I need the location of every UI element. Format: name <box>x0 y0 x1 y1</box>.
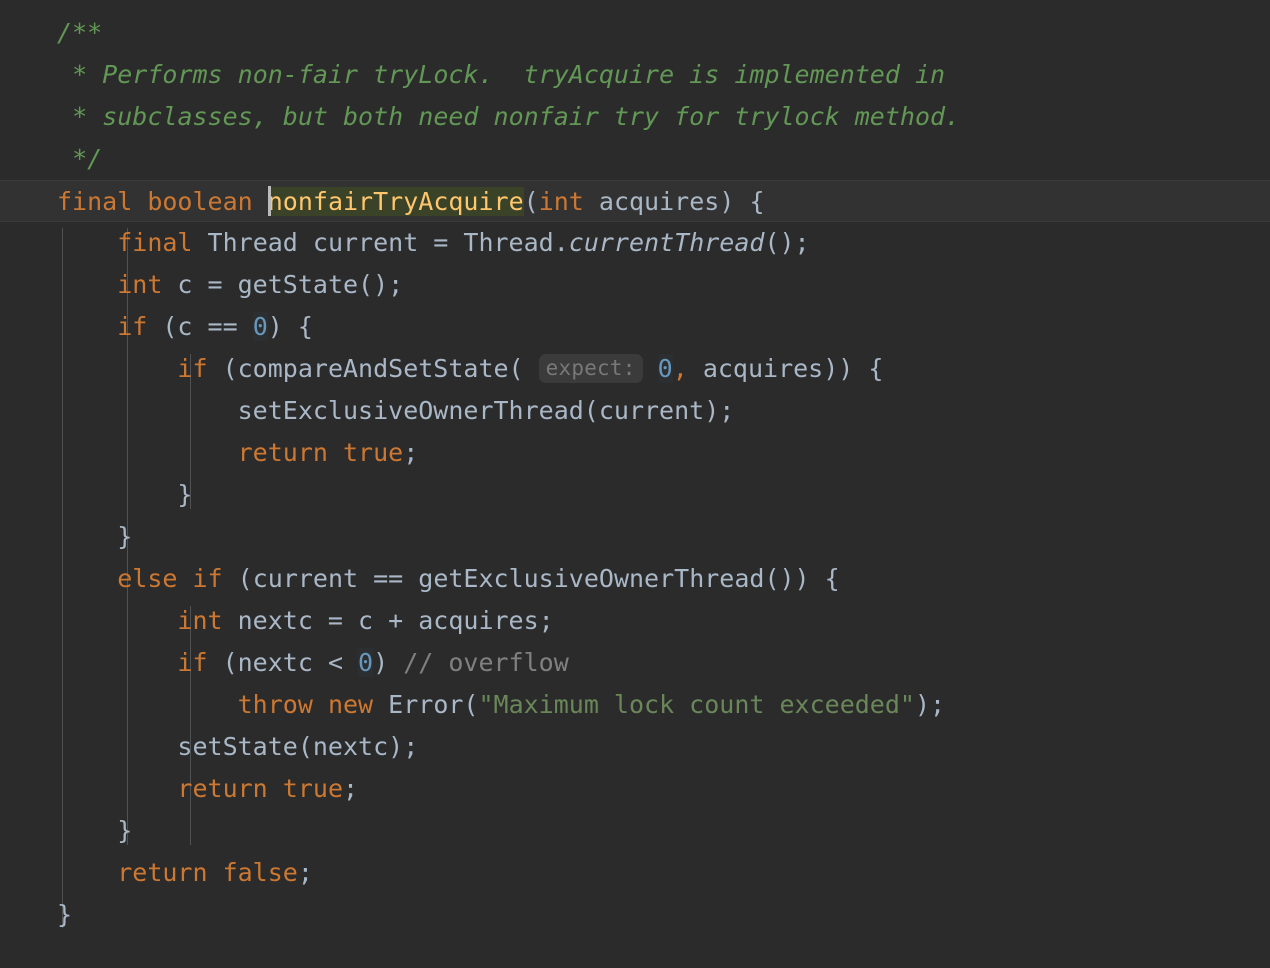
get-state-text: c = getState(); <box>162 270 404 299</box>
code-editor[interactable]: /** * Performs non-fair tryLock. tryAcqu… <box>0 0 1270 968</box>
paren-open: ( <box>523 187 539 216</box>
keyword-int-param: int <box>538 187 584 216</box>
string-literal-max-lock-count: "Maximum lock count exceeded" <box>478 690 915 719</box>
code-line-close-brace-else-if[interactable]: } <box>0 810 1270 852</box>
code-line-javadoc-2[interactable]: * subclasses, but both need nonfair try … <box>0 96 1270 138</box>
keyword-int: int <box>177 606 223 635</box>
javadoc-star: * <box>72 60 88 89</box>
code-line-javadoc-1[interactable]: * Performs non-fair tryLock. tryAcquire … <box>0 54 1270 96</box>
nextc-assignment: nextc = c + acquires; <box>222 606 554 635</box>
keyword-if: if <box>117 312 148 341</box>
static-method-currentThread[interactable]: currentThread <box>569 228 765 257</box>
else-if-condition: (current == getExclusiveOwnerThread()) { <box>222 564 840 593</box>
keyword-true: true <box>267 774 343 803</box>
keyword-final: final <box>117 228 193 257</box>
keyword-return: return <box>117 858 208 887</box>
code-line-close-brace-outer-if[interactable]: } <box>0 516 1270 558</box>
keyword-if: if <box>177 648 208 677</box>
compare-and-set-state-tail: acquires)) { <box>687 354 884 383</box>
brace-close: } <box>117 816 133 845</box>
code-line-else-if[interactable]: else if (current == getExclusiveOwnerThr… <box>0 558 1270 600</box>
paren-close: ) <box>719 187 735 216</box>
brace-open: { <box>749 187 765 216</box>
javadoc-close-token: */ <box>72 144 103 173</box>
compare-and-set-state-call: (compareAndSetState( <box>207 354 524 383</box>
semicolon: ; <box>297 858 313 887</box>
throw-tail: ); <box>914 690 946 719</box>
code-line-javadoc-open[interactable]: /** <box>0 12 1270 54</box>
code-line-return-true-1[interactable]: return true; <box>0 432 1270 474</box>
semicolon: ; <box>343 774 359 803</box>
keyword-final: final <box>57 187 133 216</box>
brace-close: } <box>57 900 73 929</box>
code-line-thread-current[interactable]: final Thread current = Thread.currentThr… <box>0 222 1270 264</box>
code-line-throw-error[interactable]: throw new Error("Maximum lock count exce… <box>0 684 1270 726</box>
code-line-method-signature[interactable]: final boolean nonfairTryAcquire(int acqu… <box>0 180 1270 222</box>
param-name-acquires: acquires <box>598 187 720 216</box>
condition-text: (c == <box>147 312 253 341</box>
keyword-else: else <box>117 564 178 593</box>
number-literal-zero: 0 <box>252 312 268 341</box>
condition-tail: ) { <box>267 312 313 341</box>
keyword-return: return <box>237 438 328 467</box>
code-line-if-c-zero[interactable]: if (c == 0) { <box>0 306 1270 348</box>
code-line-compare-and-set-state[interactable]: if (compareAndSetState( expect: 0, acqui… <box>0 348 1270 390</box>
javadoc-text-2: subclasses, but both need nonfair try fo… <box>102 102 961 131</box>
code-line-get-state[interactable]: int c = getState(); <box>0 264 1270 306</box>
code-line-close-brace-method[interactable]: } <box>0 894 1270 936</box>
number-literal-zero: 0 <box>657 354 673 383</box>
call-tail: (); <box>764 228 810 257</box>
text-caret <box>267 186 271 216</box>
set-exclusive-owner-thread-call: setExclusiveOwnerThread(current); <box>237 396 735 425</box>
code-line-set-exclusive-owner[interactable]: setExclusiveOwnerThread(current); <box>0 390 1270 432</box>
keyword-int: int <box>117 270 163 299</box>
number-literal-zero: 0 <box>358 648 374 677</box>
method-name-nonfairTryAcquire[interactable]: nonfairTryAcquire <box>267 187 524 216</box>
keyword-true: true <box>327 438 404 467</box>
keyword-return: return <box>177 774 268 803</box>
code-line-close-brace-inner-if[interactable]: } <box>0 474 1270 516</box>
overflow-condition-close: ) <box>373 648 404 677</box>
code-line-if-nextc-overflow[interactable]: if (nextc < 0) // overflow <box>0 642 1270 684</box>
parameter-hint-expect[interactable]: expect: <box>538 354 643 383</box>
overflow-condition: (nextc < <box>207 648 359 677</box>
javadoc-star: * <box>72 102 88 131</box>
keyword-false: false <box>207 858 298 887</box>
keyword-if: if <box>192 564 223 593</box>
brace-close: } <box>117 522 133 551</box>
comma-separator: , <box>672 354 688 383</box>
javadoc-text-1: Performs non-fair tryLock. tryAcquire is… <box>102 60 946 89</box>
code-line-return-true-2[interactable]: return true; <box>0 768 1270 810</box>
code-line-set-state[interactable]: setState(nextc); <box>0 726 1270 768</box>
keyword-boolean: boolean <box>147 187 253 216</box>
semicolon: ; <box>403 438 419 467</box>
code-line-javadoc-close[interactable]: */ <box>0 138 1270 180</box>
javadoc-open-token: /** <box>57 18 103 47</box>
keyword-if: if <box>177 354 208 383</box>
line-comment-overflow: // overflow <box>403 648 569 677</box>
code-line-int-nextc[interactable]: int nextc = c + acquires; <box>0 600 1270 642</box>
keyword-throw: throw <box>237 690 313 719</box>
code-lines[interactable]: /** * Performs non-fair tryLock. tryAcqu… <box>0 12 1270 936</box>
set-state-call: setState(nextc); <box>177 732 419 761</box>
error-constructor: Error( <box>373 690 479 719</box>
thread-assignment-text: Thread current = Thread. <box>192 228 569 257</box>
brace-close: } <box>177 480 193 509</box>
code-line-return-false[interactable]: return false; <box>0 852 1270 894</box>
keyword-new: new <box>327 690 374 719</box>
